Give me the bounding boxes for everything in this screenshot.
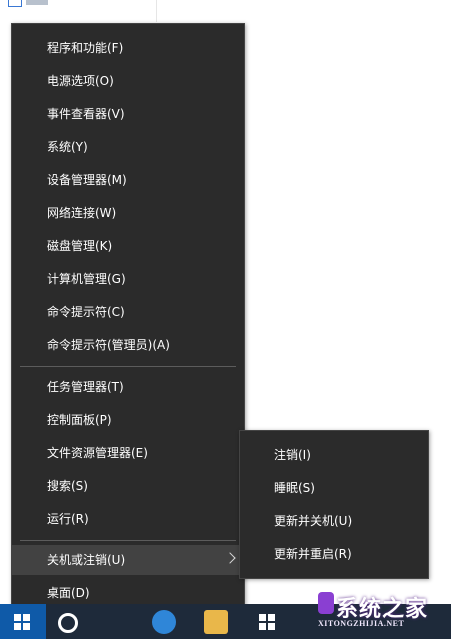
- menu-item-disk-management[interactable]: 磁盘管理(K): [12, 231, 244, 261]
- store-icon[interactable]: [256, 610, 280, 634]
- background-window-strip: [0, 0, 157, 22]
- menu-item-event-viewer[interactable]: 事件查看器(V): [12, 99, 244, 129]
- menu-separator: [20, 540, 236, 541]
- menu-item-search[interactable]: 搜索(S): [12, 471, 244, 501]
- submenu-item-update-restart[interactable]: 更新并重启(R): [240, 539, 428, 569]
- menu-item-command-prompt-admin[interactable]: 命令提示符(管理员)(A): [12, 330, 244, 360]
- chevron-right-icon: [224, 552, 236, 564]
- menu-item-task-manager[interactable]: 任务管理器(T): [12, 372, 244, 402]
- watermark-logo: [318, 592, 334, 614]
- menu-item-file-explorer[interactable]: 文件资源管理器(E): [12, 438, 244, 468]
- background-text-fragment: [26, 0, 48, 5]
- submenu-item-sign-out[interactable]: 注销(I): [240, 440, 428, 470]
- start-button[interactable]: [0, 604, 46, 639]
- menu-item-power-options[interactable]: 电源选项(O): [12, 66, 244, 96]
- submenu-item-update-shutdown[interactable]: 更新并关机(U): [240, 506, 428, 536]
- file-explorer-icon[interactable]: [204, 610, 228, 634]
- folder-icon: [8, 0, 22, 7]
- menu-item-label: 关机或注销(U): [47, 553, 126, 567]
- windows-logo-icon: [14, 614, 30, 630]
- menu-item-system[interactable]: 系统(Y): [12, 132, 244, 162]
- winx-context-menu: 程序和功能(F) 电源选项(O) 事件查看器(V) 系统(Y) 设备管理器(M)…: [11, 23, 245, 620]
- menu-item-network-connections[interactable]: 网络连接(W): [12, 198, 244, 228]
- shutdown-submenu: 注销(I) 睡眠(S) 更新并关机(U) 更新并重启(R): [239, 430, 429, 579]
- menu-item-device-manager[interactable]: 设备管理器(M): [12, 165, 244, 195]
- submenu-item-sleep[interactable]: 睡眠(S): [240, 473, 428, 503]
- menu-separator: [20, 366, 236, 367]
- watermark-sub-text: XITONGZHIJIA.NET: [318, 619, 405, 628]
- menu-item-command-prompt[interactable]: 命令提示符(C): [12, 297, 244, 327]
- watermark: 系统之家 XITONGZHIJIA.NET: [318, 588, 451, 634]
- search-icon[interactable]: [58, 613, 78, 633]
- edge-browser-icon[interactable]: [152, 610, 176, 634]
- menu-item-programs-features[interactable]: 程序和功能(F): [12, 33, 244, 63]
- menu-item-shutdown-signout[interactable]: 关机或注销(U): [12, 545, 244, 575]
- menu-item-control-panel[interactable]: 控制面板(P): [12, 405, 244, 435]
- menu-item-computer-management[interactable]: 计算机管理(G): [12, 264, 244, 294]
- menu-item-run[interactable]: 运行(R): [12, 504, 244, 534]
